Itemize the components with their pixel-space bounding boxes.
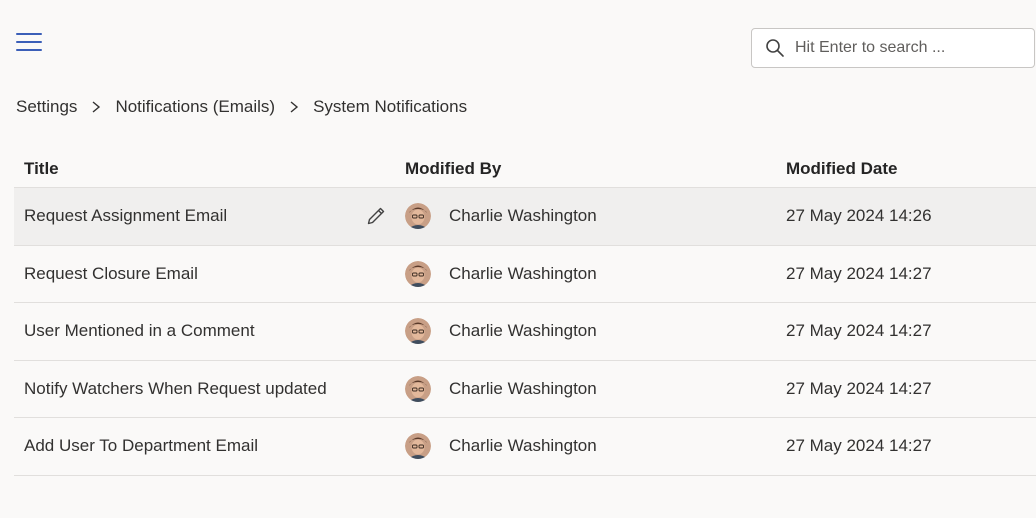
avatar bbox=[405, 260, 431, 287]
breadcrumb-item-notifications[interactable]: Notifications (Emails) bbox=[115, 97, 275, 117]
table-header: Title Modified By Modified Date bbox=[14, 150, 1036, 188]
search-input[interactable] bbox=[795, 39, 1025, 57]
hamburger-menu-icon[interactable] bbox=[16, 33, 42, 53]
avatar bbox=[405, 375, 431, 402]
table-row[interactable]: User Mentioned in a Comment Charlie Wash… bbox=[14, 303, 1036, 361]
breadcrumb-item-settings[interactable]: Settings bbox=[16, 97, 77, 117]
breadcrumb-item-system-notifications: System Notifications bbox=[313, 97, 468, 116]
breadcrumb: Settings Notifications (Emails) System N… bbox=[16, 97, 467, 117]
search-box[interactable] bbox=[751, 28, 1035, 68]
system-notifications-page: Settings Notifications (Emails) System N… bbox=[0, 0, 1036, 518]
modified-date: 27 May 2024 14:26 bbox=[786, 206, 932, 226]
pencil-edit-icon[interactable] bbox=[365, 205, 387, 227]
modified-date: 27 May 2024 14:27 bbox=[786, 436, 932, 456]
column-header-title[interactable]: Title bbox=[14, 159, 395, 179]
search-icon bbox=[766, 39, 784, 57]
modified-by-name: Charlie Washington bbox=[449, 263, 597, 283]
table-row[interactable]: Add User To Department Email Charlie Was… bbox=[14, 418, 1036, 476]
avatar bbox=[405, 433, 431, 460]
column-header-modified-date[interactable]: Modified Date bbox=[776, 159, 1036, 179]
avatar bbox=[405, 318, 431, 345]
row-title[interactable]: Request Closure Email bbox=[24, 264, 198, 284]
chevron-right-icon bbox=[290, 101, 299, 113]
modified-date: 27 May 2024 14:27 bbox=[786, 321, 932, 341]
modified-by-name: Charlie Washington bbox=[449, 436, 597, 456]
row-title[interactable]: Request Assignment Email bbox=[24, 206, 227, 226]
modified-by-name: Charlie Washington bbox=[449, 321, 597, 341]
avatar bbox=[405, 203, 431, 230]
modified-by-name: Charlie Washington bbox=[449, 206, 597, 226]
modified-date: 27 May 2024 14:27 bbox=[786, 378, 932, 398]
column-header-modified-by[interactable]: Modified By bbox=[395, 159, 776, 179]
modified-date: 27 May 2024 14:27 bbox=[786, 263, 932, 283]
table-row[interactable]: Notify Watchers When Request updated Cha… bbox=[14, 361, 1036, 418]
notifications-table: Title Modified By Modified Date Request … bbox=[14, 150, 1036, 476]
modified-by-name: Charlie Washington bbox=[449, 378, 597, 398]
table-row[interactable]: Request Assignment Email Charlie Washing… bbox=[14, 188, 1036, 246]
row-title[interactable]: Add User To Department Email bbox=[24, 436, 258, 456]
row-title[interactable]: User Mentioned in a Comment bbox=[24, 321, 255, 341]
table-row[interactable]: Request Closure Email Charlie Washington… bbox=[14, 246, 1036, 303]
row-title[interactable]: Notify Watchers When Request updated bbox=[24, 379, 327, 399]
chevron-right-icon bbox=[92, 101, 101, 113]
